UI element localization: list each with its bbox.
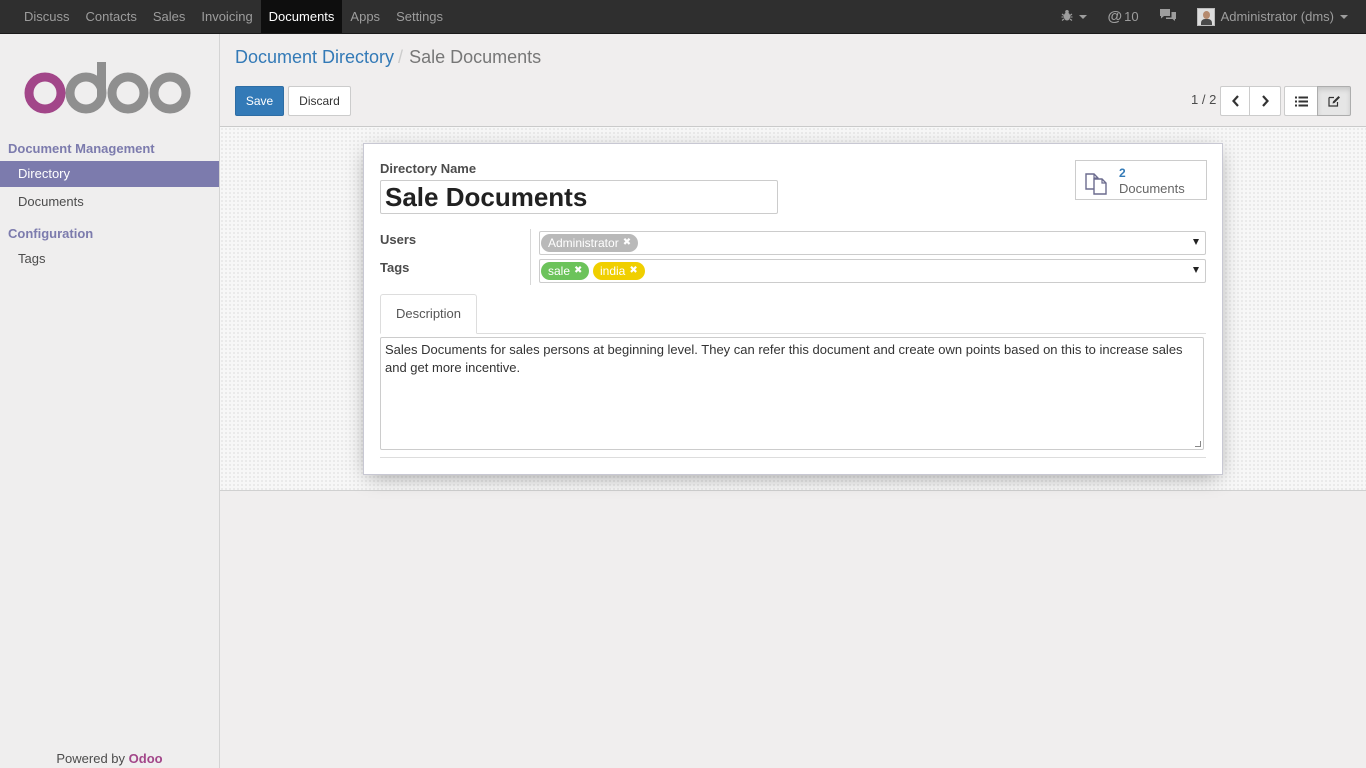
section-document-management: Document Management — [8, 141, 155, 156]
mentions-menu[interactable]: @ 10 — [1097, 0, 1148, 33]
tags-label: Tags — [380, 260, 410, 275]
powered-by: Powered by Odoo — [0, 751, 219, 766]
odoo-logo — [24, 62, 191, 114]
documents-smart-button[interactable]: 2 Documents — [1075, 160, 1207, 200]
directory-name-label: Directory Name — [380, 161, 477, 176]
edit-icon — [1327, 96, 1340, 107]
discard-button[interactable]: Discard — [288, 86, 351, 116]
save-button[interactable]: Save — [235, 86, 284, 116]
user-name: Administrator (dms) — [1220, 9, 1334, 24]
pager-next-button[interactable] — [1249, 86, 1281, 116]
description-text: Sales Documents for sales persons at beg… — [385, 342, 1183, 375]
debug-menu[interactable] — [1051, 0, 1097, 33]
users-field[interactable]: Administrator ✖ — [539, 231, 1206, 255]
section-configuration: Configuration — [8, 226, 94, 241]
chat-menu[interactable] — [1149, 0, 1187, 33]
tab-description[interactable]: Description — [380, 294, 477, 334]
breadcrumb-current: Sale Documents — [409, 47, 542, 67]
bug-icon — [1061, 9, 1073, 25]
sidebar: Document Management Directory Documents … — [0, 34, 220, 768]
comments-icon — [1159, 8, 1177, 25]
chevron-right-icon — [1262, 95, 1269, 107]
at-icon: @ — [1107, 8, 1123, 25]
tab-border — [380, 333, 1206, 334]
powered-prefix: Powered by — [56, 751, 126, 766]
sidebar-item-tags[interactable]: Tags — [0, 246, 219, 272]
description-textarea[interactable]: Sales Documents for sales persons at beg… — [380, 337, 1204, 450]
avatar — [1196, 7, 1215, 26]
resize-handle[interactable] — [1195, 441, 1201, 447]
breadcrumb-parent[interactable]: Document Directory — [235, 47, 394, 67]
caret-down-icon[interactable] — [1193, 267, 1199, 273]
systray: @ 10 Administrator (dms) — [1051, 0, 1358, 33]
menu-apps[interactable]: Apps — [342, 0, 388, 33]
menu-discuss[interactable]: Discuss — [16, 0, 78, 33]
directory-name-input[interactable]: Sale Documents — [380, 180, 778, 214]
powered-brand-link[interactable]: Odoo — [129, 751, 163, 766]
chevron-left-icon — [1232, 95, 1239, 107]
remove-tag-icon[interactable]: ✖ — [574, 262, 582, 280]
files-icon — [1085, 173, 1107, 195]
field-divider — [530, 229, 531, 285]
app-menu: Discuss Contacts Sales Invoicing Documen… — [16, 0, 451, 33]
remove-user-icon[interactable]: ✖ — [623, 234, 631, 252]
documents-label: Documents — [1119, 181, 1185, 196]
user-menu[interactable]: Administrator (dms) — [1187, 0, 1358, 33]
users-label: Users — [380, 232, 417, 247]
tag-india-label: india — [600, 264, 626, 278]
mentions-count: 10 — [1124, 9, 1139, 24]
menu-invoicing[interactable]: Invoicing — [193, 0, 260, 33]
form-sheet: Directory Name Sale Documents 2 Document… — [363, 143, 1223, 475]
pager-value[interactable]: 1 / 2 — [1191, 92, 1216, 107]
chevron-down-icon — [1079, 14, 1088, 19]
notebook-bottom-border — [380, 457, 1206, 458]
top-navbar: Discuss Contacts Sales Invoicing Documen… — [0, 0, 1366, 34]
form-view-button[interactable] — [1317, 86, 1351, 116]
user-tag: Administrator ✖ — [541, 234, 639, 252]
pager-previous-button[interactable] — [1220, 86, 1252, 116]
documents-count: 2 — [1119, 166, 1126, 180]
breadcrumb: Document Directory / Sale Documents — [235, 47, 541, 68]
menu-settings[interactable]: Settings — [388, 0, 451, 33]
tag-sale: sale ✖ — [541, 262, 590, 280]
control-panel: Document Directory / Sale Documents Save D… — [220, 34, 1366, 127]
sidebar-item-directory[interactable]: Directory — [0, 161, 219, 187]
menu-sales[interactable]: Sales — [145, 0, 194, 33]
caret-down-icon[interactable] — [1193, 239, 1199, 245]
list-icon — [1294, 96, 1308, 106]
list-view-button[interactable] — [1284, 86, 1318, 116]
breadcrumb-separator: / — [398, 47, 404, 67]
user-tag-label: Administrator — [548, 236, 619, 250]
tag-sale-label: sale — [548, 264, 571, 278]
chevron-down-icon — [1340, 14, 1348, 19]
tags-field[interactable]: sale ✖ india ✖ — [539, 259, 1206, 283]
sidebar-item-documents[interactable]: Documents — [0, 189, 219, 215]
remove-tag-icon[interactable]: ✖ — [629, 262, 637, 280]
menu-documents[interactable]: Documents — [260, 0, 343, 33]
menu-contacts[interactable]: Contacts — [78, 0, 145, 33]
tag-india: india ✖ — [593, 262, 645, 280]
